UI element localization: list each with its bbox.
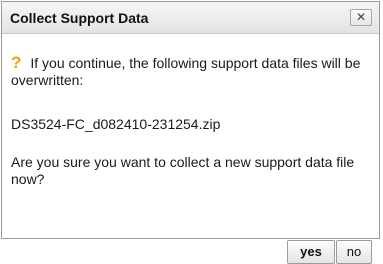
no-button[interactable]: no [336, 240, 372, 264]
question-mark-icon: ? [11, 53, 22, 72]
overwrite-message: ? If you continue, the following support … [11, 54, 366, 89]
dialog-title: Collect Support Data [10, 10, 149, 26]
close-icon: ✕ [355, 10, 367, 24]
dialog-titlebar[interactable]: Collect Support Data ✕ [2, 2, 379, 34]
confirmation-question: Are you sure you want to collect a new s… [11, 154, 355, 187]
yes-button[interactable]: yes [287, 240, 335, 264]
support-data-filename: DS3524-FC_d082410-231254.zip [11, 116, 221, 132]
overwrite-message-text: If you continue, the following support d… [11, 55, 361, 88]
close-button[interactable]: ✕ [350, 9, 372, 26]
dialog-body: ? If you continue, the following support … [2, 34, 379, 264]
collect-support-data-dialog: Collect Support Data ✕ ? If you continue,… [1, 1, 380, 264]
